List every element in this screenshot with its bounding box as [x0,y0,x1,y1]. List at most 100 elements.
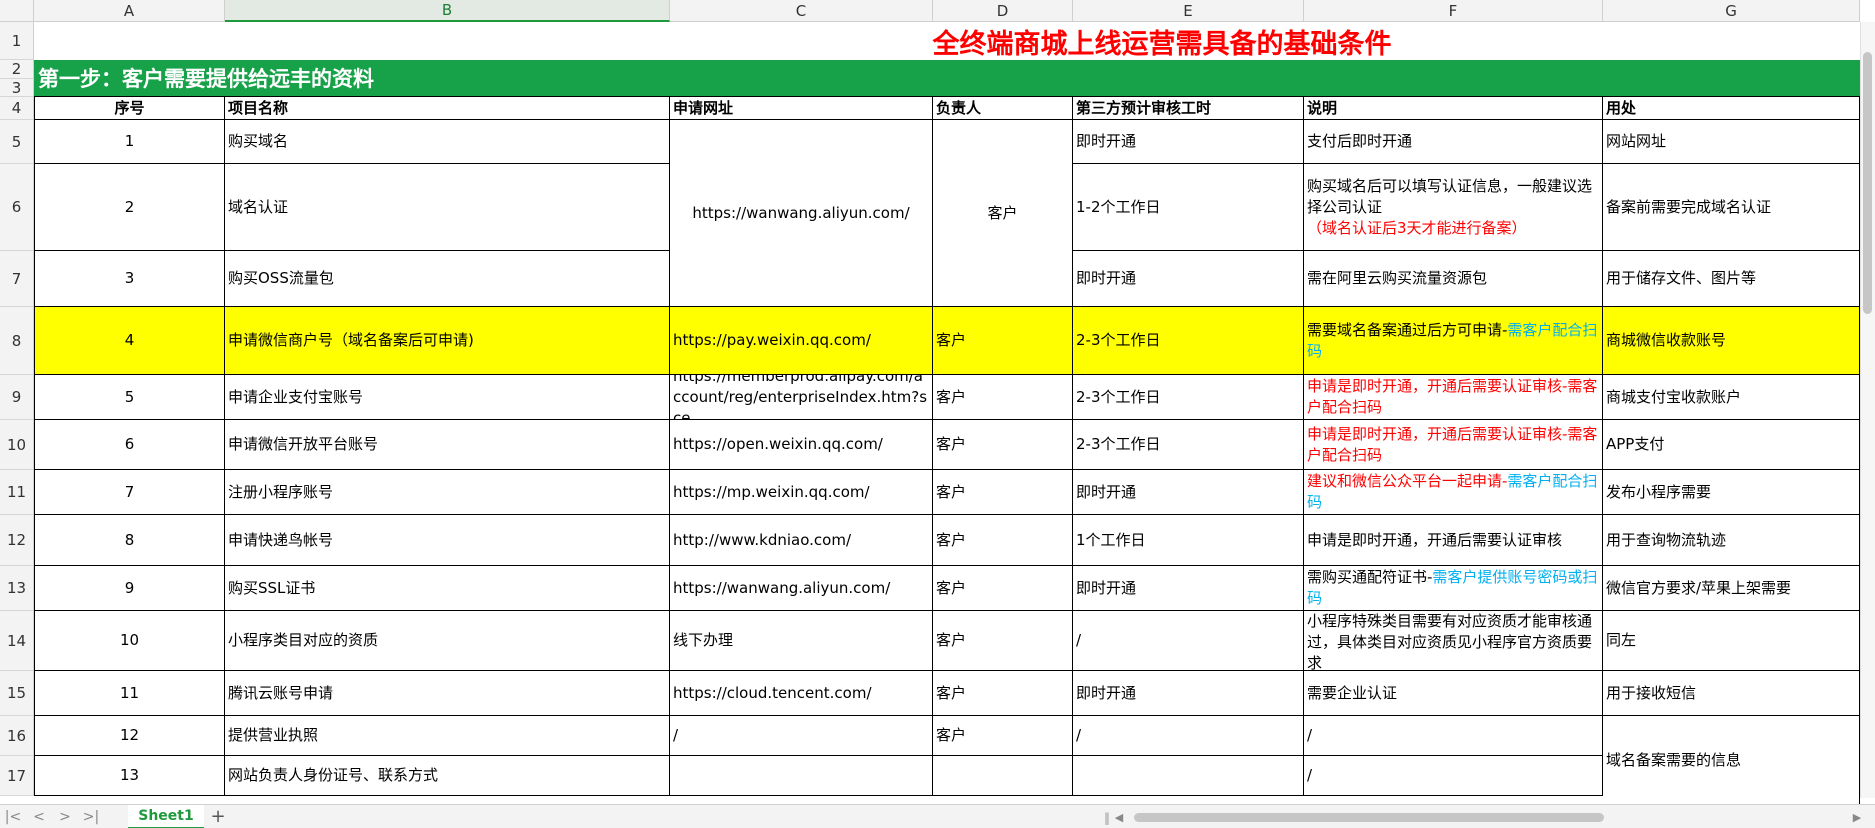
cell-url[interactable]: http://www.kdniao.com/ [670,515,933,566]
col-header-g[interactable]: G [1603,0,1860,22]
cell-name[interactable]: 购买域名 [225,120,670,164]
col-header-d[interactable]: D [933,0,1073,22]
cell-name[interactable]: 申请微信商户号（域名备案后可申请) [225,307,670,375]
row-header-9[interactable]: 9 [0,375,34,420]
header-usage[interactable]: 用处 [1603,97,1860,120]
cell-usage[interactable]: 同左 [1603,611,1860,671]
cell-owner[interactable]: 客户 [933,716,1073,756]
cell-owner[interactable]: 客户 [933,611,1073,671]
cell-url[interactable]: https://cloud.tencent.com/ [670,671,933,716]
cell-time[interactable]: 1个工作日 [1073,515,1304,566]
step-header[interactable]: 第一步：客户需要提供给远丰的资料 [34,60,1860,97]
cell-time[interactable]: 即时开通 [1073,120,1304,164]
cell-name[interactable]: 购买SSL证书 [225,566,670,611]
cell-name[interactable]: 提供营业执照 [225,716,670,756]
cell-time[interactable]: 2-3个工作日 [1073,420,1304,470]
header-time[interactable]: 第三方预计审核工时 [1073,97,1304,120]
cell-time[interactable]: 2-3个工作日 [1073,307,1304,375]
cell-time[interactable]: 2-3个工作日 [1073,375,1304,420]
cell-time[interactable]: / [1073,716,1304,756]
cell-time[interactable]: 1-2个工作日 [1073,164,1304,251]
cell-desc[interactable]: 申请是即时开通，开通后需要认证审核 [1304,515,1603,566]
last-sheet-button[interactable]: >| [78,806,104,828]
cell-usage[interactable]: 用于接收短信 [1603,671,1860,716]
cell-usage[interactable]: 网站网址 [1603,120,1860,164]
cell-desc[interactable]: 购买域名后可以填写认证信息，一般建议选择公司认证 （域名认证后3天才能进行备案） [1304,164,1603,251]
row-header-7[interactable]: 7 [0,251,34,307]
cell-url[interactable]: https://open.weixin.qq.com/ [670,420,933,470]
add-sheet-button[interactable]: + [204,806,232,828]
cell-desc[interactable]: 支付后即时开通 [1304,120,1603,164]
scroll-left-icon[interactable]: ◀ [1112,809,1126,825]
header-url[interactable]: 申请网址 [670,97,933,120]
cell-usage[interactable]: APP支付 [1603,420,1860,470]
cell-seq[interactable]: 9 [34,566,225,611]
row-header-10[interactable]: 10 [0,420,34,470]
cell-time[interactable]: 即时开通 [1073,566,1304,611]
cell-name[interactable]: 网站负责人身份证号、联系方式 [225,756,670,796]
splitter-icon[interactable]: ‖ [1104,811,1110,825]
cell-seq[interactable]: 8 [34,515,225,566]
cell-name[interactable]: 申请微信开放平台账号 [225,420,670,470]
cell-time[interactable]: / [1073,611,1304,671]
cell-seq[interactable]: 12 [34,716,225,756]
prev-sheet-button[interactable]: < [26,806,52,828]
cell-usage[interactable]: 微信官方要求/苹果上架需要 [1603,566,1860,611]
col-header-c[interactable]: C [670,0,933,22]
header-owner[interactable]: 负责人 [933,97,1073,120]
cell-url[interactable]: https://memberprod.alipay.com/account/re… [670,375,933,420]
cell-owner[interactable]: 客户 [933,375,1073,420]
row-header-17[interactable]: 17 [0,756,34,796]
cell-url[interactable]: https://pay.weixin.qq.com/ [670,307,933,375]
col-header-b[interactable]: B [225,0,670,22]
cell-desc[interactable]: 申请是即时开通，开通后需要认证审核-需客户配合扫码 [1304,375,1603,420]
cell-usage-merged[interactable]: 域名备案需要的信息 [1603,716,1860,806]
cell-name[interactable]: 申请快递鸟帐号 [225,515,670,566]
cell-owner[interactable]: 客户 [933,671,1073,716]
cell-usage[interactable]: 商城支付宝收款账户 [1603,375,1860,420]
next-sheet-button[interactable]: > [52,806,78,828]
cell-usage[interactable]: 用于储存文件、图片等 [1603,251,1860,307]
cell-owner-merged[interactable]: 客户 [933,120,1073,307]
cell-desc[interactable]: / [1304,716,1603,756]
spreadsheet-grid[interactable]: A B C D E F G 1 2 3 4 5 6 7 8 9 10 11 12… [0,0,1875,828]
cell-time[interactable] [1073,756,1304,796]
row-header-15[interactable]: 15 [0,671,34,716]
cell-seq[interactable]: 13 [34,756,225,796]
cell-time[interactable]: 即时开通 [1073,470,1304,515]
col-header-f[interactable]: F [1304,0,1603,22]
row-header-14[interactable]: 14 [0,611,34,671]
cell-desc[interactable]: 需在阿里云购买流量资源包 [1304,251,1603,307]
row-header-11[interactable]: 11 [0,470,34,515]
cell-usage[interactable]: 备案前需要完成域名认证 [1603,164,1860,251]
row-header-16[interactable]: 16 [0,716,34,756]
cell-seq[interactable]: 11 [34,671,225,716]
cell-name[interactable]: 申请企业支付宝账号 [225,375,670,420]
cell-url[interactable]: 线下办理 [670,611,933,671]
row-header-12[interactable]: 12 [0,515,34,566]
sheet-tab-sheet1[interactable]: Sheet1 [128,804,204,828]
row-header-6[interactable]: 6 [0,164,34,251]
horizontal-scrollbar[interactable]: ‖ ◀ ▶ [1104,809,1864,826]
row-header-13[interactable]: 13 [0,566,34,611]
cell-usage[interactable]: 用于查询物流轨迹 [1603,515,1860,566]
cell-url[interactable]: https://wanwang.aliyun.com/ [670,566,933,611]
cell-seq[interactable]: 6 [34,420,225,470]
cell-usage[interactable]: 发布小程序需要 [1603,470,1860,515]
cell-owner[interactable] [933,756,1073,796]
cell-seq[interactable]: 4 [34,307,225,375]
vertical-scrollbar[interactable] [1860,22,1875,798]
cell-desc[interactable]: 建议和微信公众平台一起申请-需客户配合扫码 [1304,470,1603,515]
cell-owner[interactable]: 客户 [933,515,1073,566]
cell-owner[interactable]: 客户 [933,566,1073,611]
col-header-a[interactable]: A [34,0,225,22]
cell-owner[interactable]: 客户 [933,307,1073,375]
cell-owner[interactable]: 客户 [933,420,1073,470]
row-header-2[interactable]: 2 [0,60,34,79]
cell-usage[interactable]: 商城微信收款账号 [1603,307,1860,375]
sheet-title[interactable]: 全终端商城上线运营需具备的基础条件 [34,22,1860,60]
cell-url[interactable]: https://mp.weixin.qq.com/ [670,470,933,515]
cell-time[interactable]: 即时开通 [1073,251,1304,307]
cell-seq[interactable]: 5 [34,375,225,420]
select-all-corner[interactable] [0,0,34,22]
